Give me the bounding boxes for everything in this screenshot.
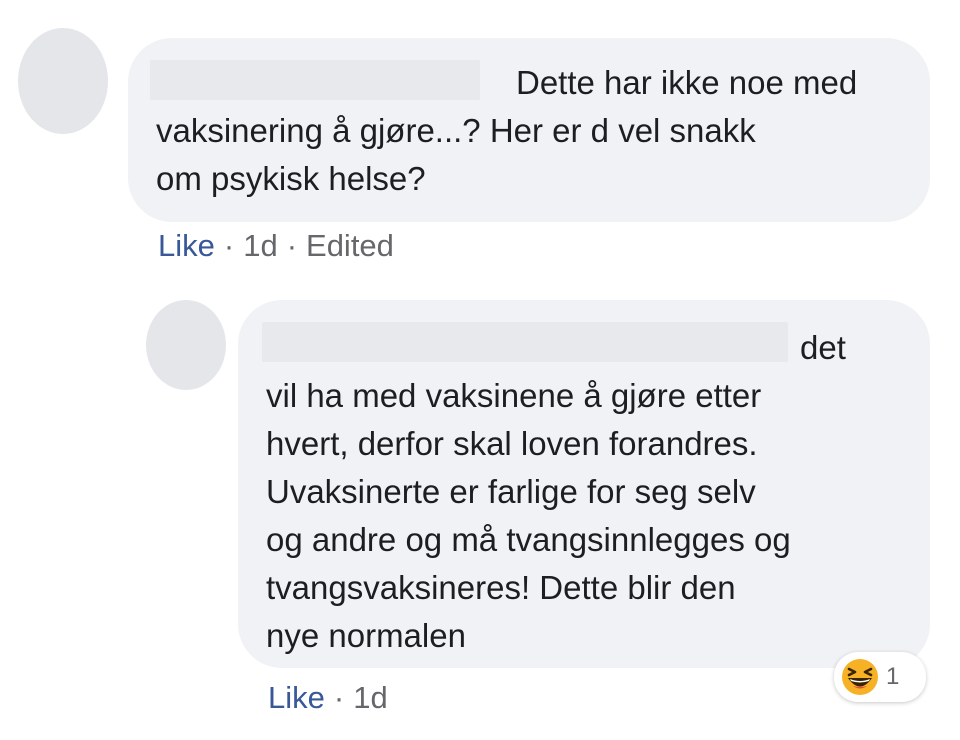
- reply-text-line: Uvaksinerte er farlige for seg selv: [266, 473, 756, 510]
- comment-text-line: vaksinering å gjøre...? Her er d vel sna…: [156, 112, 756, 149]
- separator-dot: ·: [286, 228, 298, 263]
- like-button[interactable]: Like: [158, 228, 215, 263]
- comment-text-line: Dette har ikke noe med: [516, 64, 858, 101]
- replier-avatar[interactable]: [146, 300, 226, 390]
- comment-bubble: Dette har ikke noe med vaksinering å gjø…: [128, 38, 930, 222]
- reply-actions: Like · 1d: [268, 680, 388, 716]
- reply-text-line: tvangsvaksineres! Dette blir den: [266, 569, 736, 606]
- laughing-emoji-icon: [842, 659, 878, 695]
- separator-dot: ·: [333, 680, 345, 715]
- comment-text: Dette har ikke noe med vaksinering å gjø…: [156, 59, 857, 203]
- reaction-summary[interactable]: 1: [834, 652, 926, 702]
- reaction-count: 1: [886, 663, 900, 690]
- commenter-avatar[interactable]: [18, 28, 108, 134]
- edited-label[interactable]: Edited: [306, 228, 394, 263]
- separator-dot: ·: [223, 228, 235, 263]
- reply-timestamp[interactable]: 1d: [353, 680, 387, 715]
- reply-text-line: det: [800, 329, 846, 366]
- reply-text-line: hvert, derfor skal loven forandres.: [266, 425, 758, 462]
- comment-actions: Like · 1d · Edited: [158, 228, 394, 264]
- reply-text: det vil ha med vaksinene å gjøre etter h…: [266, 324, 846, 660]
- reply-text-line: nye normalen: [266, 617, 466, 654]
- like-button[interactable]: Like: [268, 680, 325, 715]
- comment-text-line: om psykisk helse?: [156, 160, 426, 197]
- comment-timestamp[interactable]: 1d: [243, 228, 277, 263]
- reply-text-line: vil ha med vaksinene å gjøre etter: [266, 377, 762, 414]
- reply-text-line: og andre og må tvangsinnlegges og: [266, 521, 791, 558]
- reply-bubble: det vil ha med vaksinene å gjøre etter h…: [238, 300, 930, 668]
